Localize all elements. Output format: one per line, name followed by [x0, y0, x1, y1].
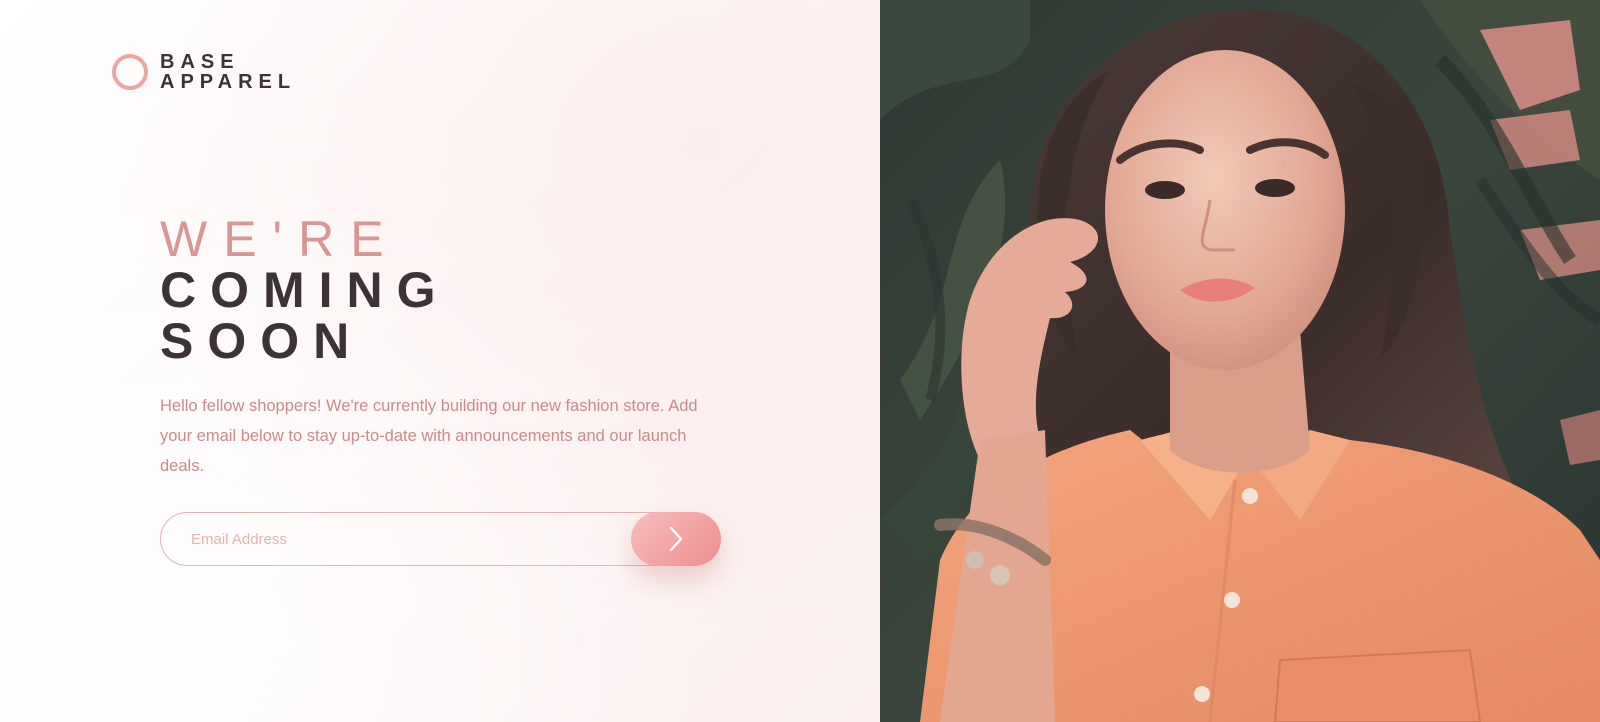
- newsletter-form: [160, 512, 721, 566]
- content-panel: BASE APPAREL WE'RE COMING SOON Hello fel…: [0, 0, 880, 722]
- chevron-right-icon: [669, 526, 683, 552]
- model-photo-illustration: [880, 0, 1600, 722]
- submit-button[interactable]: [631, 512, 721, 566]
- hero-photo: [880, 0, 1600, 722]
- headline-strong-1: COMING: [160, 262, 450, 318]
- page-headline: WE'RE COMING SOON: [160, 214, 740, 367]
- logo-wordmark: BASE APPAREL: [160, 52, 296, 92]
- coming-soon-page: BASE APPAREL WE'RE COMING SOON Hello fel…: [0, 0, 1600, 722]
- hero-description: Hello fellow shoppers! We're currently b…: [160, 397, 698, 475]
- logo-line-1: BASE: [160, 51, 240, 73]
- headline-light: WE'RE: [160, 211, 400, 267]
- logo-ring-icon: [112, 54, 148, 90]
- logo-line-2: APPAREL: [160, 71, 297, 93]
- brand-logo[interactable]: BASE APPAREL: [112, 52, 296, 92]
- headline-strong-2: SOON: [160, 313, 364, 369]
- hero-section: WE'RE COMING SOON Hello fellow shoppers!…: [160, 214, 740, 481]
